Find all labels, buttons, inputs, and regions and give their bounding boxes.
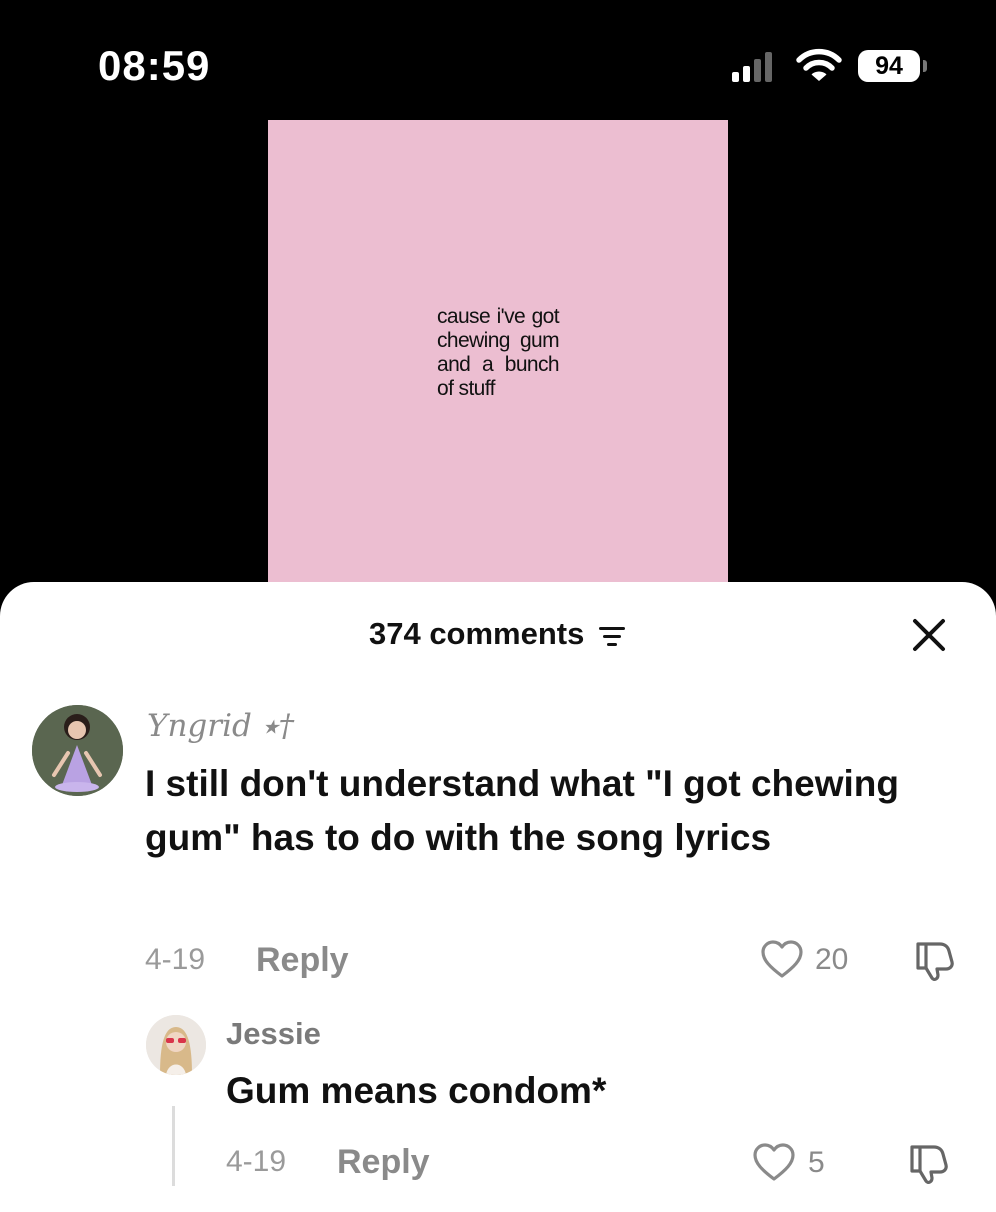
like-count: 20 <box>815 943 849 976</box>
reply-button[interactable]: Reply <box>337 1143 430 1182</box>
comment-username[interactable]: Jessie <box>226 1016 321 1052</box>
comment-date: 4-19 <box>226 1145 287 1178</box>
comment-username[interactable]: Yngrid ⭑† <box>147 708 294 745</box>
comment-text: I still don't understand what "I got che… <box>145 763 900 858</box>
reply-button[interactable]: Reply <box>256 941 349 980</box>
video-caption: cause i've got chewing gum and a bunch o… <box>437 305 560 400</box>
sort-filter-icon[interactable] <box>597 624 627 648</box>
battery-tip <box>923 60 927 72</box>
doll-avatar-icon <box>32 705 123 796</box>
comment-date: 4-19 <box>145 943 206 976</box>
close-icon[interactable] <box>912 618 946 652</box>
wifi-icon <box>796 48 842 81</box>
comment-text: Gum means condom* <box>226 1070 607 1111</box>
status-time: 08:59 <box>98 42 211 89</box>
avatar[interactable] <box>32 705 123 796</box>
like-heart-icon[interactable] <box>752 1143 796 1183</box>
like-heart-icon[interactable] <box>760 940 804 980</box>
avatar[interactable] <box>146 1015 206 1075</box>
battery-indicator: 94 <box>858 50 920 82</box>
like-count: 5 <box>808 1146 825 1179</box>
person-avatar-icon <box>146 1015 206 1075</box>
dislike-icon[interactable] <box>906 1141 950 1185</box>
comments-header: 374 comments <box>0 616 996 652</box>
comments-count-title: 374 comments <box>368 616 585 651</box>
cellular-signal-icon <box>732 52 772 82</box>
thread-line <box>172 1106 175 1186</box>
dislike-icon[interactable] <box>912 938 956 982</box>
status-bar: 08:59 94 <box>0 0 996 110</box>
